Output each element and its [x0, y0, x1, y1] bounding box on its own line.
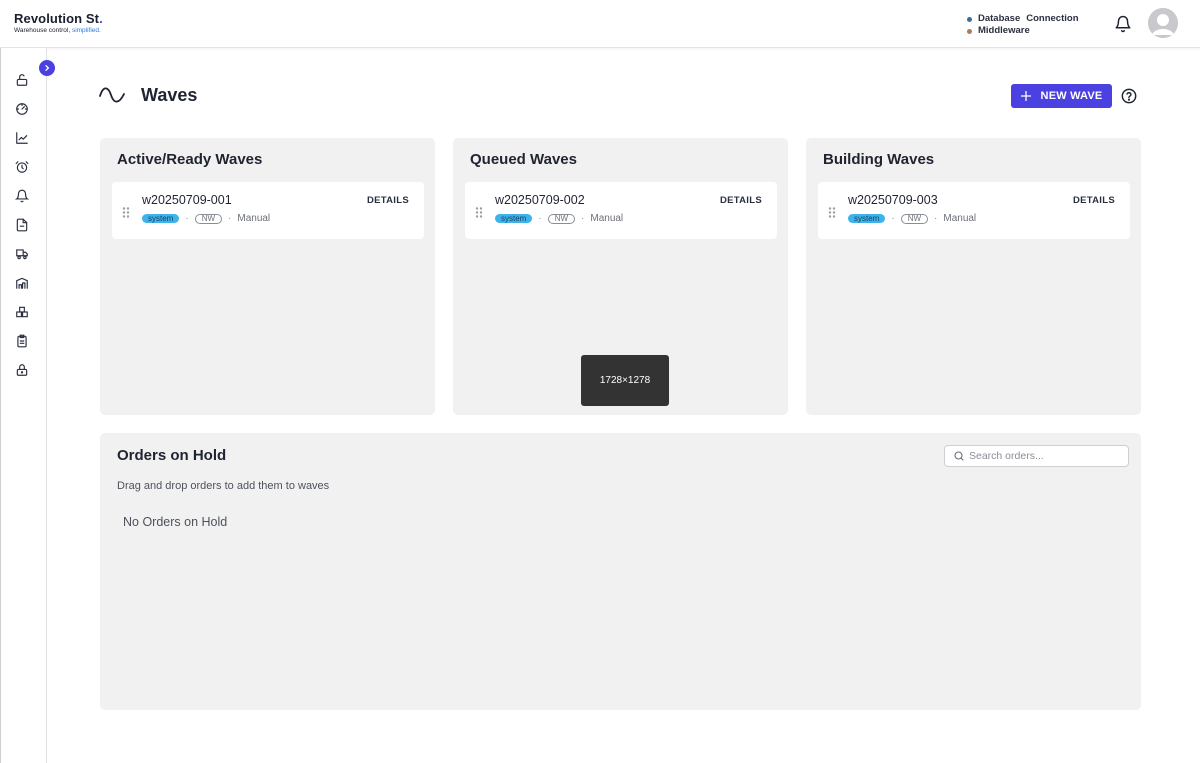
plus-icon: [1020, 91, 1031, 101]
drag-handle-icon[interactable]: [122, 205, 130, 218]
status-label: Middleware: [978, 25, 1030, 36]
notifications-bell-icon[interactable]: [1114, 15, 1132, 33]
brand-name: Revolution St.: [14, 11, 103, 26]
wave-mode: Manual: [943, 213, 977, 224]
panel-title: Queued Waves: [470, 151, 577, 168]
order-search[interactable]: [944, 445, 1129, 467]
chevron-right-icon: [45, 65, 50, 71]
brand-logo[interactable]: Revolution St. Warehouse control, simpli…: [14, 11, 103, 34]
warehouse-icon[interactable]: [15, 276, 29, 290]
bell-icon[interactable]: [14, 189, 30, 203]
top-bar: Revolution St. Warehouse control, simpli…: [0, 0, 1200, 48]
empty-state: No Orders on Hold: [123, 515, 228, 529]
status-label: Database: [978, 13, 1021, 24]
separator: ·: [934, 213, 938, 224]
page-header: Waves: [99, 84, 197, 106]
source-badge: system: [495, 214, 533, 223]
separator: ·: [581, 213, 585, 224]
page-title: Waves: [141, 84, 198, 105]
connection-status: Database Connection Middleware: [967, 13, 1079, 37]
panel-title: Orders on Hold: [117, 447, 227, 464]
type-badge: NW: [900, 213, 929, 224]
separator: ·: [185, 213, 189, 224]
status-middleware: Middleware: [967, 25, 1079, 37]
wave-id: w20250709-001: [142, 193, 232, 207]
brand-name-dot: .: [99, 11, 103, 26]
search-icon: [954, 451, 964, 461]
document-icon[interactable]: [15, 218, 29, 232]
wave-card[interactable]: w20250709-002 DETAILS system · NW · Manu…: [465, 182, 777, 239]
status-label-secondary: Connection: [1026, 13, 1079, 24]
wave-id: w20250709-003: [848, 193, 938, 207]
help-icon[interactable]: [1121, 88, 1137, 104]
separator: ·: [228, 213, 232, 224]
brand-tagline: Warehouse control, simplified.: [14, 27, 103, 34]
wave-card[interactable]: w20250709-001 DETAILS system · NW · Manu…: [112, 182, 424, 239]
size-tooltip: 1728×1278: [581, 355, 669, 406]
new-wave-button[interactable]: NEW WAVE: [1011, 84, 1112, 108]
truck-icon[interactable]: [15, 247, 29, 261]
wave-meta: system · NW · Manual: [495, 213, 623, 224]
building-waves-panel: Building Waves w20250709-003 DETAILS sys…: [806, 138, 1141, 415]
clipboard-icon[interactable]: [15, 334, 29, 348]
wave-meta: system · NW · Manual: [142, 213, 270, 224]
new-wave-label: NEW WAVE: [1040, 90, 1103, 102]
panel-title: Active/Ready Waves: [117, 151, 263, 168]
boxes-icon[interactable]: [15, 305, 29, 319]
status-database: Database Connection: [967, 13, 1079, 25]
lock-open-icon[interactable]: [15, 73, 29, 87]
wave-mode: Manual: [237, 213, 271, 224]
status-dot: [967, 28, 972, 34]
wave-mode: Manual: [590, 213, 624, 224]
type-badge: NW: [194, 213, 223, 224]
source-badge: system: [142, 214, 180, 223]
brand-tagline-text: Warehouse control,: [14, 27, 72, 34]
source-badge: system: [848, 214, 886, 223]
wave-meta: system · NW · Manual: [848, 213, 976, 224]
panel-title: Building Waves: [823, 151, 935, 168]
alarm-clock-icon[interactable]: [15, 160, 29, 174]
details-button[interactable]: DETAILS: [1073, 195, 1115, 206]
type-badge: NW: [547, 213, 576, 224]
orders-on-hold-panel: Orders on Hold Drag and drop orders to a…: [100, 433, 1141, 710]
brand-tagline-highlight: simplified.: [71, 27, 101, 34]
sidebar-expand-button[interactable]: [39, 60, 55, 76]
sidebar-nav: [0, 48, 47, 763]
search-input[interactable]: [969, 450, 1119, 462]
details-button[interactable]: DETAILS: [367, 195, 409, 206]
details-button[interactable]: DETAILS: [720, 195, 762, 206]
drag-handle-icon[interactable]: [475, 205, 483, 218]
lock-icon[interactable]: [15, 363, 29, 377]
wave-id: w20250709-002: [495, 193, 585, 207]
user-avatar[interactable]: [1148, 8, 1178, 38]
drag-handle-icon[interactable]: [828, 205, 836, 218]
status-dot: [967, 16, 972, 22]
separator: ·: [538, 213, 542, 224]
wave-icon: [99, 84, 125, 106]
wave-card[interactable]: w20250709-003 DETAILS system · NW · Manu…: [818, 182, 1130, 239]
orders-instructions: Drag and drop orders to add them to wave…: [117, 480, 330, 492]
brand-name-text: Revolution St: [14, 11, 100, 26]
active-ready-waves-panel: Active/Ready Waves w20250709-001 DETAILS…: [100, 138, 435, 415]
chart-trend-icon[interactable]: [15, 131, 29, 145]
dashboard-gauge-icon[interactable]: [15, 102, 29, 116]
separator: ·: [891, 213, 895, 224]
